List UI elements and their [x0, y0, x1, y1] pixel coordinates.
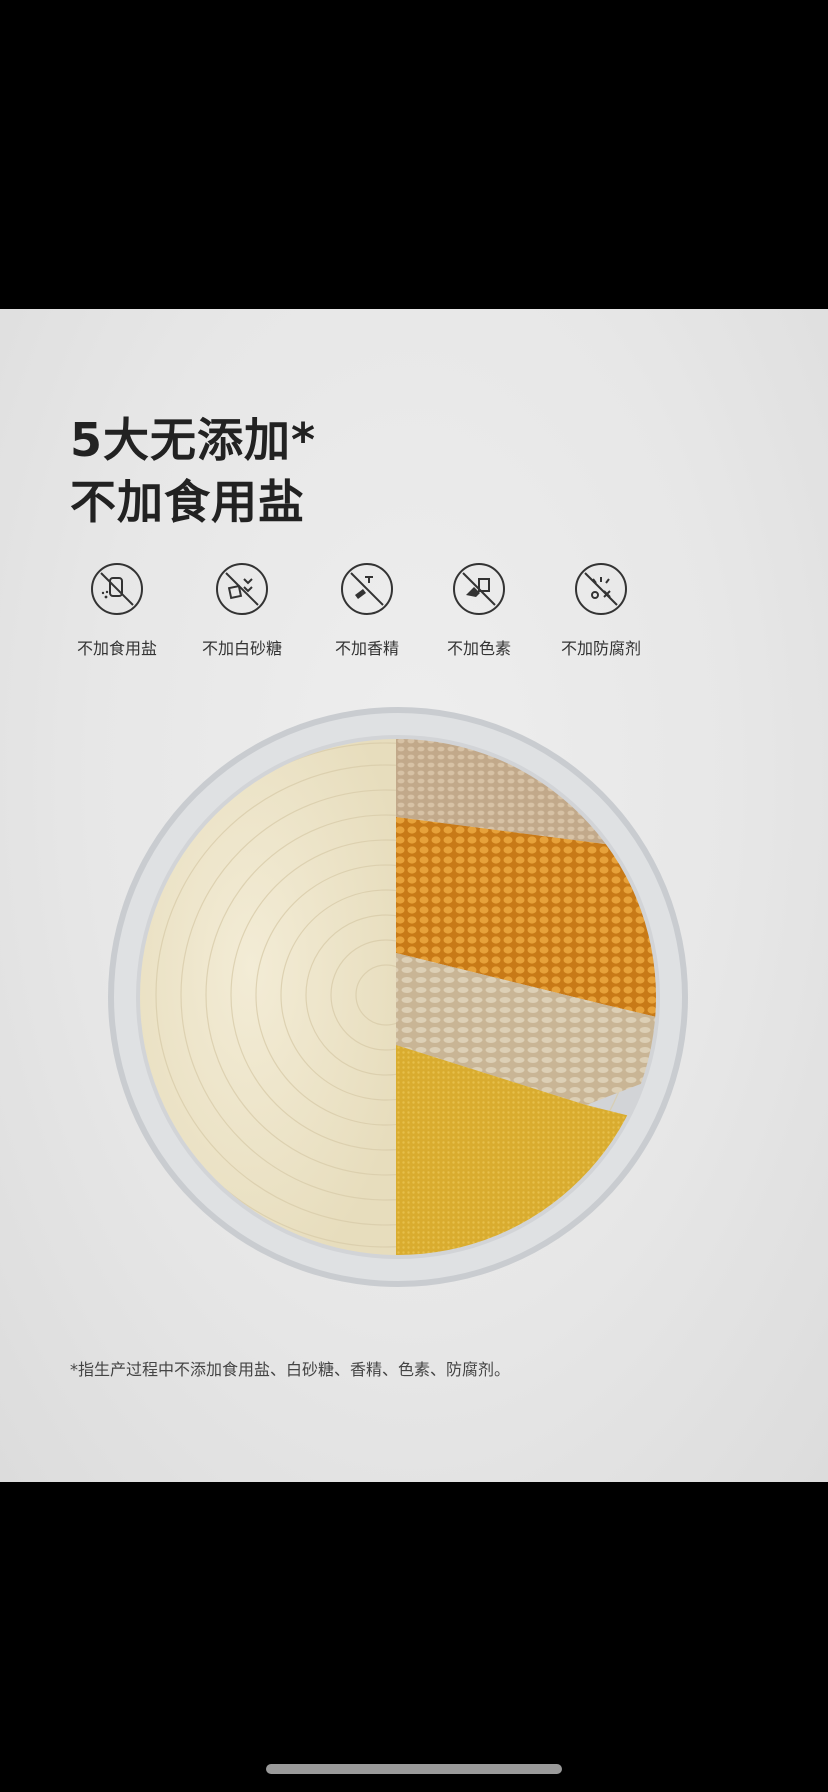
headline-additives: 5大无添加*	[70, 413, 317, 467]
preservative-icon	[575, 563, 627, 615]
no-preservative-label: 不加防腐剂	[560, 639, 641, 658]
flavor-dropper-icon	[341, 563, 393, 615]
home-indicator[interactable]	[266, 1764, 562, 1774]
no-preservative-badge: 不加防腐剂	[546, 555, 656, 659]
no-additive-icon-row: 不加食用盐 不加白砂糖 不加香精 不加色素 不加防腐剂	[62, 555, 662, 658]
no-flavor-label: 不加香精	[334, 639, 399, 658]
no-salt-label: 不加食用盐	[76, 639, 157, 658]
no-sugar-label: 不加白砂糖	[201, 639, 282, 658]
sugar-icon	[216, 563, 268, 615]
no-sugar-badge: 不加白砂糖	[187, 555, 297, 659]
noodle-grain-plate-image	[106, 705, 690, 1289]
product-image-panel: 5大无添加* 不加食用盐 不加食用盐 不加白砂糖 不加香精 不加色素 不加防腐剂…	[0, 309, 828, 1482]
no-salt-badge: 不加食用盐	[62, 555, 172, 659]
no-pigment-label: 不加色素	[446, 639, 511, 658]
salt-shaker-icon	[91, 563, 143, 615]
additive-footnote: *指生产过程中不添加食用盐、白砂糖、香精、色素、防腐剂。	[70, 1360, 511, 1379]
headline-no-salt: 不加食用盐	[70, 475, 305, 529]
no-pigment-badge: 不加色素	[424, 555, 534, 659]
pigment-icon	[453, 563, 505, 615]
no-flavor-badge: 不加香精	[312, 555, 422, 659]
